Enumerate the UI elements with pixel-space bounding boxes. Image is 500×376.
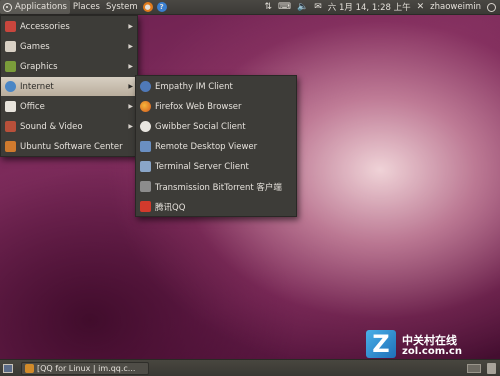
- taskbar-window-label: [QQ for Linux | im.qq.c...: [37, 363, 136, 373]
- empathy-icon: [140, 81, 151, 92]
- menu-item-label: Terminal Server Client: [155, 161, 249, 172]
- menu-item-label: Accessories: [20, 21, 70, 32]
- zol-logo-icon: Z: [366, 330, 396, 358]
- watermark-url: zol.com.cn: [402, 346, 462, 357]
- menu-item-ubuntu-software-center[interactable]: Ubuntu Software Center: [1, 137, 137, 156]
- menu-item-office[interactable]: Office ▶: [1, 97, 137, 116]
- menu-item-accessories[interactable]: Accessories ▶: [1, 17, 137, 36]
- menu-item-label: Empathy IM Client: [155, 81, 233, 92]
- applications-menu-button[interactable]: Applications: [0, 0, 70, 14]
- system-menu-button[interactable]: System: [103, 0, 141, 14]
- graphics-icon: [5, 61, 16, 72]
- menu-item-label: Internet: [20, 81, 54, 92]
- menu-item-label: 腾讯QQ: [155, 202, 186, 213]
- submenu-item-qq[interactable]: 腾讯QQ: [136, 197, 296, 216]
- mail-icon[interactable]: ✉: [314, 2, 322, 12]
- games-icon: [5, 41, 16, 52]
- bottom-panel: [QQ for Linux | im.qq.c...: [0, 359, 500, 376]
- menu-item-label: Remote Desktop Viewer: [155, 141, 258, 152]
- menu-item-label: Ubuntu Software Center: [20, 141, 123, 152]
- submenu-arrow-icon: ▶: [128, 83, 133, 90]
- network-updown-icon[interactable]: ⇅: [264, 2, 272, 12]
- submenu-arrow-icon: ▶: [128, 43, 133, 50]
- submenu-arrow-icon: ▶: [128, 103, 133, 110]
- terminal-server-icon: [140, 161, 151, 172]
- menu-item-label: Firefox Web Browser: [155, 101, 242, 112]
- applications-menu-label: Applications: [15, 2, 67, 12]
- ubuntu-logo-icon: [3, 2, 12, 12]
- submenu-item-remote-desktop[interactable]: Remote Desktop Viewer: [136, 137, 296, 156]
- software-center-icon: [5, 141, 16, 152]
- system-tray: ⇅ ⌨ 🔈 ✉ 六 1月 14, 1:28 上午 ✕ zhaoweimin: [264, 1, 500, 13]
- applications-menu: Accessories ▶ Games ▶ Graphics ▶ Interne…: [0, 15, 138, 157]
- menu-item-label: Sound & Video: [20, 121, 83, 132]
- submenu-item-transmission[interactable]: Transmission BitTorrent 客户端: [136, 177, 296, 196]
- menu-item-games[interactable]: Games ▶: [1, 37, 137, 56]
- menu-item-internet[interactable]: Internet ▶: [1, 77, 137, 96]
- submenu-item-terminal-server[interactable]: Terminal Server Client: [136, 157, 296, 176]
- menu-item-label: Games: [20, 41, 50, 52]
- keyboard-icon[interactable]: ⌨: [278, 2, 291, 12]
- help-icon[interactable]: ?: [156, 2, 167, 12]
- qq-window-icon: [25, 363, 34, 373]
- firefox-icon: [140, 101, 151, 112]
- power-icon[interactable]: [487, 2, 496, 12]
- submenu-item-empathy[interactable]: Empathy IM Client: [136, 77, 296, 96]
- zol-watermark: Z 中关村在线 zol.com.cn: [362, 330, 497, 360]
- user-switch-icon[interactable]: ✕: [417, 2, 425, 12]
- menu-item-label: Graphics: [20, 61, 58, 72]
- show-desktop-icon[interactable]: [3, 363, 13, 373]
- menu-item-label: Office: [20, 101, 45, 112]
- remote-desktop-icon: [140, 141, 151, 152]
- places-menu-button[interactable]: Places: [70, 0, 103, 14]
- accessories-icon: [5, 21, 16, 32]
- menu-item-label: Gwibber Social Client: [155, 121, 246, 132]
- menu-item-label: Transmission BitTorrent 客户端: [155, 182, 282, 193]
- internet-submenu: Empathy IM Client Firefox Web Browser Gw…: [135, 75, 297, 217]
- submenu-arrow-icon: ▶: [128, 63, 133, 70]
- volume-icon[interactable]: 🔈: [297, 2, 308, 12]
- firefox-launcher-icon[interactable]: ●: [142, 2, 153, 12]
- submenu-arrow-icon: ▶: [128, 23, 133, 30]
- submenu-item-gwibber[interactable]: Gwibber Social Client: [136, 117, 296, 136]
- transmission-icon: [140, 181, 151, 192]
- sound-video-icon: [5, 121, 16, 132]
- menu-item-graphics[interactable]: Graphics ▶: [1, 57, 137, 76]
- gwibber-icon: [140, 121, 151, 132]
- menu-item-sound-video[interactable]: Sound & Video ▶: [1, 117, 137, 136]
- top-panel: Applications Places System ● ? ⇅ ⌨ 🔈 ✉ 六…: [0, 0, 500, 15]
- taskbar-window-button[interactable]: [QQ for Linux | im.qq.c...: [21, 361, 149, 375]
- submenu-arrow-icon: ▶: [128, 123, 133, 130]
- internet-icon: [5, 81, 16, 92]
- office-icon: [5, 101, 16, 112]
- qq-icon: [140, 201, 151, 212]
- username[interactable]: zhaoweimin: [430, 2, 481, 12]
- clock[interactable]: 六 1月 14, 1:28 上午: [328, 1, 411, 13]
- workspace-switcher[interactable]: [467, 363, 481, 373]
- trash-icon[interactable]: [487, 362, 496, 374]
- submenu-item-firefox[interactable]: Firefox Web Browser: [136, 97, 296, 116]
